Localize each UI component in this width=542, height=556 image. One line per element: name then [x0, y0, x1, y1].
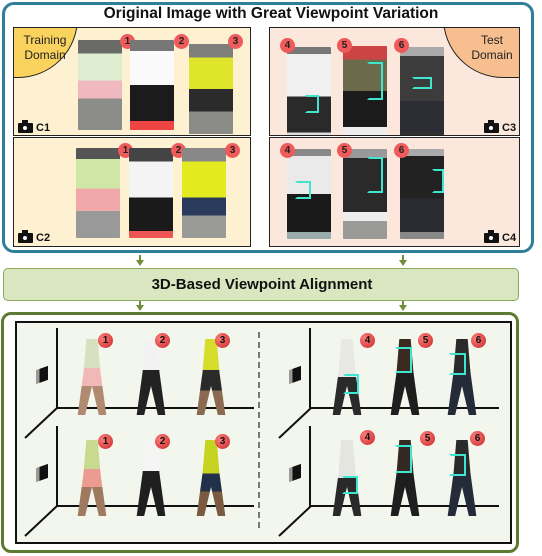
divider-dashed-line	[258, 332, 260, 528]
down-arrow-icon	[136, 260, 144, 266]
id-badge: 2	[174, 34, 189, 49]
person-photo-5	[343, 46, 387, 135]
id-badge: 5	[337, 38, 352, 53]
highlight-box	[395, 445, 412, 473]
highlight-box	[449, 353, 466, 375]
id-badge: 4	[280, 38, 295, 53]
id-badge: 2	[155, 333, 170, 348]
id-badge: 4	[360, 333, 375, 348]
test-domain-line1: Test	[480, 33, 503, 47]
highlight-box	[305, 95, 319, 113]
id-badge: 3	[225, 143, 240, 158]
person-photo-6	[400, 149, 444, 239]
id-badge: 6	[471, 333, 486, 348]
camera-label-c4: C4	[484, 230, 516, 244]
id-badge: 4	[280, 143, 295, 158]
alignment-label: 3D-Based Viewpoint Alignment	[151, 276, 373, 293]
down-arrow-icon	[399, 260, 407, 266]
camera-label-c1: C1	[18, 120, 50, 134]
highlight-box	[343, 374, 359, 394]
camera-icon	[18, 230, 33, 243]
person-photo-6	[400, 47, 444, 135]
id-badge: 1	[98, 434, 113, 449]
section-title-original: Original Image with Great Viewpoint Vari…	[103, 5, 439, 22]
id-badge: 1	[98, 333, 113, 348]
id-badge: 3	[215, 333, 230, 348]
person-photo-1	[78, 40, 122, 130]
id-badge: 6	[394, 38, 409, 53]
id-badge: 5	[420, 431, 435, 446]
person-photo-3	[189, 44, 233, 134]
room-wall-line	[309, 328, 311, 408]
camera-label-c2: C2	[18, 230, 50, 244]
test-domain-tag: Test Domain	[443, 28, 519, 78]
person-photo-2	[130, 40, 174, 130]
highlight-box	[367, 62, 383, 100]
id-badge: 3	[228, 34, 243, 49]
training-domain-tag: Training Domain	[14, 28, 78, 78]
id-badge: 6	[394, 143, 409, 158]
highlight-box	[395, 347, 412, 373]
camera-label-c3: C3	[484, 120, 516, 134]
person-photo-3	[182, 148, 226, 238]
highlight-box	[432, 169, 444, 193]
highlight-box	[412, 77, 432, 89]
camera-icon	[484, 230, 499, 243]
person-photo-4	[287, 47, 331, 135]
down-arrow-icon	[136, 305, 144, 311]
highlight-box	[367, 157, 383, 193]
id-badge: 5	[337, 143, 352, 158]
person-photo-4	[287, 149, 331, 239]
person-photo-2	[129, 148, 173, 238]
panel-c3: Test Domain 4 5 6 C3	[269, 27, 520, 136]
training-domain-line2: Domain	[24, 48, 66, 62]
highlight-box	[295, 181, 311, 199]
camera-icon	[484, 120, 499, 133]
person-photo-1	[76, 148, 120, 238]
panel-c1: Training Domain 1 2 3 C1	[13, 27, 251, 136]
id-badge: 6	[470, 431, 485, 446]
highlight-box	[449, 454, 466, 476]
down-arrow-icon	[399, 305, 407, 311]
id-badge: 2	[155, 434, 170, 449]
id-badge: 5	[418, 333, 433, 348]
panel-c4: 4 5 6 C4	[269, 137, 520, 247]
test-domain-line2: Domain	[471, 48, 513, 62]
highlight-box	[342, 476, 358, 494]
training-domain-line1: Training	[23, 33, 67, 47]
camera-icon	[18, 120, 33, 133]
id-badge: 4	[360, 430, 375, 445]
room-wall-line	[56, 328, 58, 408]
id-badge: 3	[215, 434, 230, 449]
person-photo-5	[343, 149, 387, 239]
panel-c2: 1 2 3 C2	[13, 137, 251, 247]
